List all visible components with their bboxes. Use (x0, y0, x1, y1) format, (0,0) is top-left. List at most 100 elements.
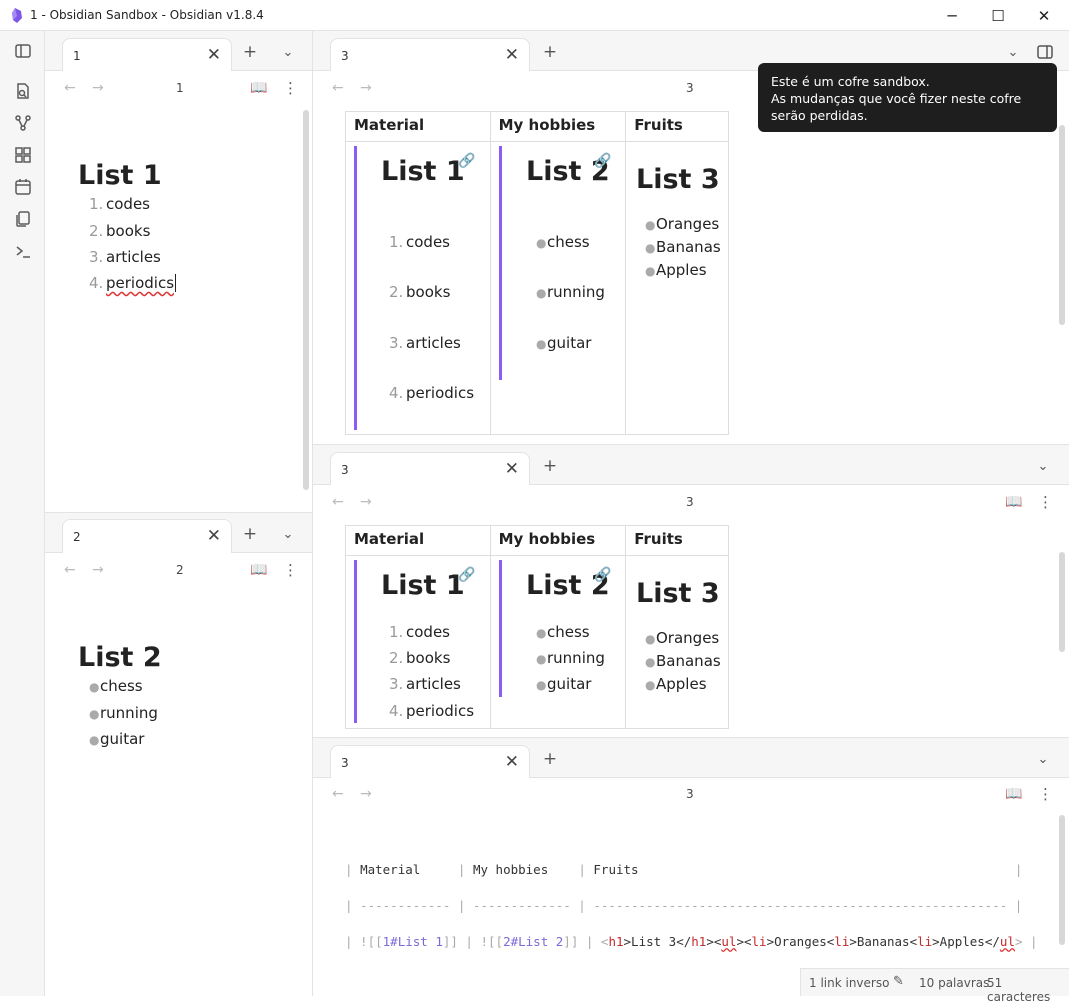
edit-mode-icon[interactable]: ✎ (893, 974, 904, 989)
back-arrow-icon[interactable]: ← (64, 80, 76, 96)
forward-arrow-icon[interactable]: → (360, 786, 372, 802)
tab-label: 1 (73, 49, 81, 63)
table-header: Material (345, 111, 491, 142)
window-title: 1 - Obsidian Sandbox - Obsidian v1.8.4 (30, 8, 264, 22)
tab-3[interactable]: 3 ✕ (330, 452, 530, 485)
reading-mode-icon[interactable]: 📖 (250, 80, 267, 96)
list-item: ●running (536, 649, 605, 667)
daily-note-icon[interactable] (12, 176, 34, 198)
list-item: ●Bananas (645, 238, 721, 256)
reading-mode-icon[interactable]: 📖 (1005, 786, 1022, 802)
list-item: ●chess (89, 677, 143, 695)
new-tab-button[interactable]: + (537, 746, 563, 772)
back-arrow-icon[interactable]: ← (332, 494, 344, 510)
source-line: | ------------ | ------------- | -------… (345, 898, 1023, 913)
view-title: 3 (686, 495, 694, 509)
back-arrow-icon[interactable]: ← (332, 80, 344, 96)
cell-heading: List 3 (636, 164, 720, 195)
tab-list-chevron-icon[interactable]: ⌄ (1000, 39, 1026, 65)
close-tab-icon[interactable]: ✕ (207, 526, 221, 546)
source-line: | Material | My hobbies | Fruits | (345, 862, 1023, 877)
link-icon[interactable]: 🔗 (458, 567, 475, 583)
source-editor[interactable]: | Material | My hobbies | Fruits | | ---… (345, 847, 1052, 964)
link-icon[interactable]: 🔗 (594, 153, 611, 169)
link-icon[interactable]: 🔗 (594, 567, 611, 583)
cell-heading: List 3 (636, 578, 720, 609)
list-item[interactable]: 4. periodics (89, 274, 177, 292)
title-bar: 1 - Obsidian Sandbox - Obsidian v1.8.4 ─… (0, 0, 1069, 31)
embed-heading[interactable]: List 1 (381, 156, 465, 187)
embed-indicator (499, 560, 502, 697)
new-tab-button[interactable]: + (537, 453, 563, 479)
more-options-icon[interactable]: ⋮ (1038, 493, 1053, 511)
forward-arrow-icon[interactable]: → (92, 562, 104, 578)
more-options-icon[interactable]: ⋮ (283, 561, 298, 579)
tab-label: 2 (73, 530, 81, 544)
new-tab-button[interactable]: + (537, 39, 563, 65)
command-palette-icon[interactable] (12, 240, 34, 262)
reading-mode-icon[interactable]: 📖 (1005, 494, 1022, 510)
tab-label: 3 (341, 756, 349, 770)
close-tab-icon[interactable]: ✕ (207, 45, 221, 65)
char-count: 51 caracteres (987, 976, 1051, 1004)
table-header: Fruits (625, 111, 729, 142)
embed-indicator (499, 146, 502, 380)
split-divider[interactable] (312, 31, 313, 996)
sandbox-tooltip: Este é um cofre sandbox. As mudanças que… (758, 63, 1057, 132)
templates-icon[interactable] (12, 208, 34, 230)
view-title: 3 (686, 787, 694, 801)
more-options-icon[interactable]: ⋮ (1038, 785, 1053, 803)
scrollbar[interactable] (1059, 125, 1065, 325)
list-item: 1. codes (89, 195, 150, 213)
scrollbar[interactable] (1059, 815, 1065, 945)
sidebar-toggle-icon[interactable] (12, 40, 34, 62)
close-tab-icon[interactable]: ✕ (505, 45, 519, 65)
tab-3[interactable]: 3 ✕ (330, 38, 530, 71)
reading-mode-icon[interactable]: 📖 (250, 562, 267, 578)
tab-1[interactable]: 1 ✕ (62, 38, 232, 71)
back-arrow-icon[interactable]: ← (332, 786, 344, 802)
list-item: 3. articles (389, 334, 461, 352)
close-tab-icon[interactable]: ✕ (505, 752, 519, 772)
forward-arrow-icon[interactable]: → (360, 494, 372, 510)
back-arrow-icon[interactable]: ← (64, 562, 76, 578)
maximize-button[interactable]: ☐ (975, 0, 1021, 31)
list-item: ●chess (536, 623, 590, 641)
list-item: ●guitar (89, 730, 145, 748)
forward-arrow-icon[interactable]: → (360, 80, 372, 96)
scrollbar[interactable] (303, 110, 309, 490)
backlinks-count[interactable]: 1 link inverso (809, 976, 889, 990)
list-item: ●running (89, 704, 158, 722)
open-quick-switcher-icon[interactable] (12, 80, 34, 102)
tab-list-chevron-icon[interactable]: ⌄ (1030, 453, 1056, 479)
canvas-icon[interactable] (12, 144, 34, 166)
tab-list-chevron-icon[interactable]: ⌄ (1030, 746, 1056, 772)
list-item: ●Oranges (645, 629, 720, 647)
scrollbar[interactable] (1059, 552, 1065, 652)
tooltip-line: Este é um cofre sandbox. (771, 74, 930, 89)
tab-3[interactable]: 3 ✕ (330, 745, 530, 778)
link-icon[interactable]: 🔗 (458, 153, 475, 169)
status-bar: 1 link inverso ✎ 10 palavras 51 caracter… (800, 968, 1069, 1004)
tab-list-chevron-icon[interactable]: ⌄ (275, 39, 301, 65)
embed-indicator (354, 146, 357, 430)
close-window-button[interactable]: ✕ (1021, 0, 1067, 31)
graph-view-icon[interactable] (12, 112, 34, 134)
list-item: ●guitar (536, 675, 592, 693)
list-item: ●running (536, 283, 605, 301)
close-tab-icon[interactable]: ✕ (505, 459, 519, 479)
table-header: My hobbies (489, 111, 627, 142)
embed-heading[interactable]: List 1 (381, 570, 465, 601)
tab-list-chevron-icon[interactable]: ⌄ (275, 521, 301, 547)
new-tab-button[interactable]: + (237, 39, 263, 65)
list-item: ●Apples (645, 261, 707, 279)
new-tab-button[interactable]: + (237, 521, 263, 547)
right-sidebar-toggle-icon[interactable] (1032, 39, 1058, 65)
forward-arrow-icon[interactable]: → (92, 80, 104, 96)
word-count: 10 palavras (919, 976, 990, 990)
tab-2[interactable]: 2 ✕ (62, 519, 232, 553)
more-options-icon[interactable]: ⋮ (283, 79, 298, 97)
list-item: 4. periodics (389, 384, 475, 402)
minimize-button[interactable]: ─ (929, 0, 975, 31)
list-item: 3. articles (89, 248, 161, 266)
